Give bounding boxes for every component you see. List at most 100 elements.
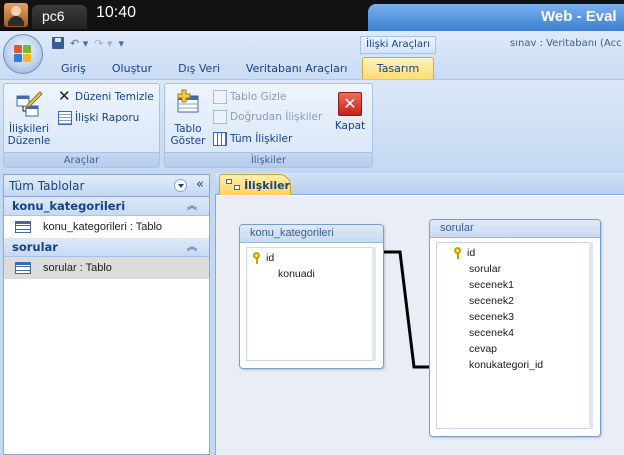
show-table-label-1: Tablo: [174, 123, 202, 135]
table-box-title[interactable]: konu_kategorileri: [240, 225, 383, 243]
field-list: id konuadi: [246, 247, 376, 361]
redo-icon[interactable]: ↷ ▾: [94, 37, 112, 50]
tab-home[interactable]: Giriş: [48, 60, 99, 80]
nav-item-label: konu_kategorileri : Tablo: [43, 221, 163, 233]
ribbon-tabs: Giriş Oluştur Dış Veri Veritabanı Araçla…: [48, 60, 360, 80]
field-label: secenek4: [469, 327, 514, 339]
tab-create[interactable]: Oluştur: [99, 60, 165, 80]
tab-relationships-label: İlişkiler: [244, 178, 290, 192]
tab-relationships[interactable]: İlişkiler: [219, 174, 291, 195]
quick-access-toolbar: ↶ ▾ ↷ ▾ ▾: [52, 35, 124, 51]
field-konukategori-id[interactable]: konukategori_id: [469, 357, 543, 373]
clear-layout-button[interactable]: ✕ Düzeni Temizle: [58, 89, 154, 105]
dropdown-icon[interactable]: [174, 179, 187, 192]
table-icon: [15, 221, 31, 233]
group-tools: İlişkileri Düzenle ✕ Düzeni Temizle İliş…: [3, 83, 160, 168]
office-logo-icon: [14, 45, 32, 63]
close-button[interactable]: ✕ Kapat: [331, 92, 369, 132]
group-tools-label: Araçlar: [4, 152, 159, 167]
tab-external-data[interactable]: Dış Veri: [165, 60, 233, 80]
table-icon: [15, 262, 31, 274]
office-button[interactable]: [3, 34, 43, 74]
field-sorular[interactable]: sorular: [469, 261, 501, 277]
document-title: sınav : Veritabanı (Acc: [510, 38, 622, 49]
hide-table-icon: [213, 90, 227, 104]
all-relationships-button[interactable]: Tüm İlişkiler: [213, 131, 292, 147]
field-label: sorular: [469, 263, 502, 275]
all-relationships-label: Tüm İlişkiler: [230, 133, 293, 145]
show-table-label-2: Göster: [170, 135, 206, 147]
field-label: secenek1: [469, 279, 514, 291]
show-table-button[interactable]: Tablo Göster: [168, 88, 208, 147]
field-label: id: [467, 247, 476, 259]
group-relationships-label: İlişkiler: [165, 152, 372, 167]
direct-relationships-button[interactable]: Doğrudan İlişkiler: [213, 109, 322, 125]
direct-relationships-icon: [213, 110, 227, 124]
edit-relationships-button[interactable]: İlişkileri Düzenle: [7, 90, 51, 147]
scrollbar[interactable]: [589, 242, 593, 429]
field-list: id sorular secenek1 secenek2 secenek3 se…: [436, 242, 593, 429]
primary-key-icon: [453, 247, 463, 259]
close-icon: ✕: [338, 92, 362, 116]
field-secenek1[interactable]: secenek1: [469, 277, 514, 293]
clear-layout-label: Düzeni Temizle: [75, 91, 154, 103]
field-label: cevap: [469, 343, 498, 355]
field-secenek2[interactable]: secenek2: [469, 293, 514, 309]
edit-relationships-label-1: İlişkileri: [8, 123, 49, 135]
scrollbar[interactable]: [372, 247, 376, 361]
nav-group-konu-kategorileri[interactable]: konu_kategorileri ︽: [4, 197, 209, 216]
close-label: Kapat: [334, 120, 366, 132]
primary-key-icon: [252, 252, 262, 264]
group-relationships: Tablo Göster Tablo Gizle Doğrudan İlişki…: [164, 83, 373, 168]
user-tab[interactable]: pc6: [32, 5, 87, 29]
clear-layout-icon: ✕: [58, 87, 71, 105]
table-box-konu-kategorileri[interactable]: konu_kategorileri id konuadi: [239, 224, 384, 369]
hide-table-button[interactable]: Tablo Gizle: [213, 89, 286, 105]
nav-item-sorular[interactable]: sorular : Tablo: [4, 257, 209, 279]
relationships-icon: [226, 179, 240, 191]
field-secenek4[interactable]: secenek4: [469, 325, 514, 341]
relationship-report-icon: [58, 111, 72, 125]
navigation-pane-title: Tüm Tablolar: [9, 178, 85, 193]
relationship-report-label: İlişki Raporu: [75, 112, 140, 124]
nav-group-sorular[interactable]: sorular ︽: [4, 238, 209, 257]
nav-item-label: sorular : Tablo: [43, 262, 112, 274]
field-secenek3[interactable]: secenek3: [469, 309, 514, 325]
field-label: id: [266, 252, 275, 264]
nav-item-konu-kategorileri[interactable]: konu_kategorileri : Tablo: [4, 216, 209, 238]
undo-icon[interactable]: ↶ ▾: [70, 37, 88, 50]
table-box-sorular[interactable]: sorular id sorular secenek1 secenek2 sec…: [429, 219, 601, 437]
edit-relationships-icon: [16, 91, 43, 117]
collapse-pane-icon[interactable]: «: [196, 177, 204, 192]
field-label: secenek2: [469, 295, 514, 307]
field-cevap[interactable]: cevap: [469, 341, 497, 357]
navigation-pane-header[interactable]: Tüm Tablolar «: [4, 175, 209, 197]
edit-relationships-label-2: Düzenle: [7, 135, 51, 147]
field-id[interactable]: id: [453, 245, 475, 261]
clock: 10:40: [96, 4, 137, 21]
show-table-icon: [177, 89, 199, 113]
nav-group-label: konu_kategorileri: [12, 199, 126, 213]
window-title-bar: Web - Eval: [368, 4, 624, 31]
field-label: konukategori_id: [469, 359, 544, 371]
direct-relationships-label: Doğrudan İlişkiler: [230, 111, 323, 123]
chevron-up-icon: ︽: [187, 201, 197, 212]
user-avatar-icon[interactable]: [4, 3, 28, 27]
field-label: secenek3: [469, 311, 514, 323]
hide-table-label: Tablo Gizle: [230, 91, 287, 103]
customize-qat-icon[interactable]: ▾: [119, 37, 125, 50]
field-label: konuadi: [278, 268, 315, 280]
field-id[interactable]: id: [252, 250, 274, 266]
contextual-tab-group-label: İlişki Araçları: [360, 36, 436, 54]
relationship-report-button[interactable]: İlişki Raporu: [58, 110, 139, 126]
field-konuadi[interactable]: konuadi: [278, 266, 315, 282]
navigation-pane: Tüm Tablolar « konu_kategorileri ︽ konu_…: [3, 174, 210, 455]
tab-design[interactable]: Tasarım: [362, 57, 434, 81]
nav-group-label: sorular: [12, 240, 58, 254]
all-relationships-icon: [213, 132, 227, 146]
table-box-title[interactable]: sorular: [430, 220, 600, 238]
save-icon[interactable]: [52, 37, 64, 49]
tab-database-tools[interactable]: Veritabanı Araçları: [233, 60, 361, 80]
window-title: Web - Eval: [541, 8, 617, 25]
chevron-up-icon: ︽: [187, 242, 197, 253]
